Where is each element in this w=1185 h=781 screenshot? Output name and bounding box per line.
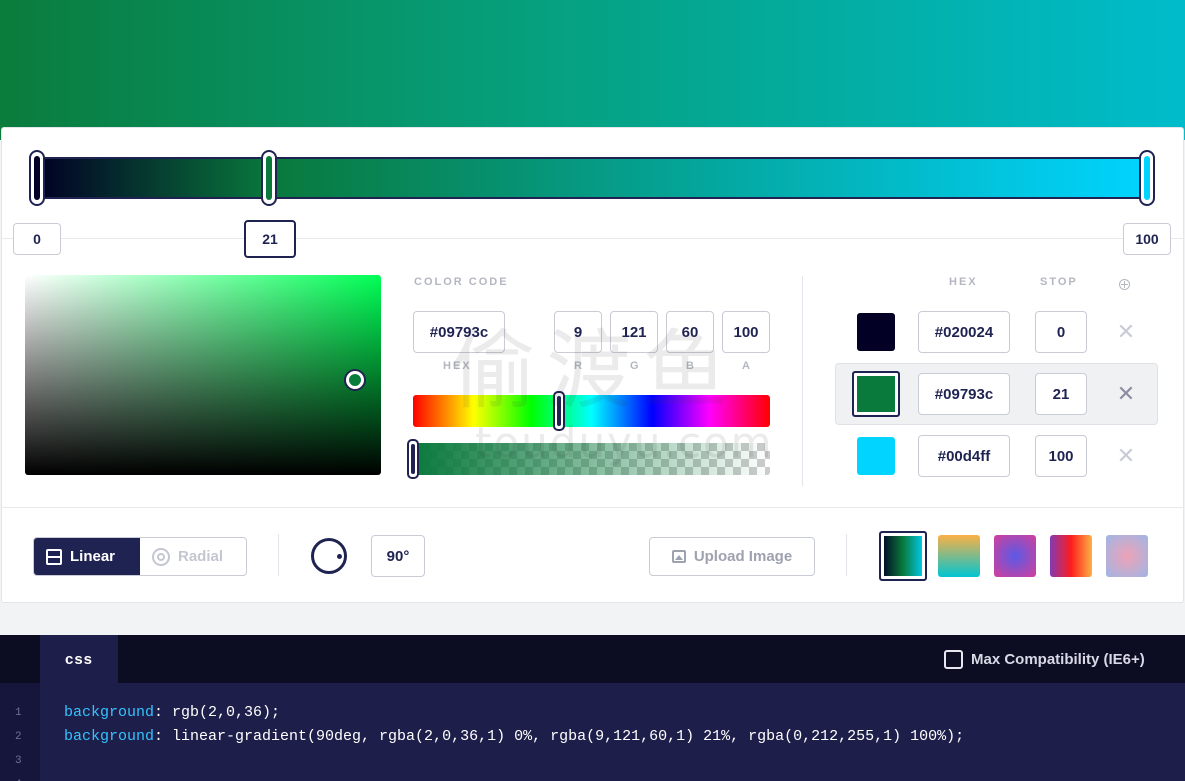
radial-label: Radial (178, 548, 224, 565)
divider (802, 276, 803, 486)
divider (278, 534, 279, 576)
watermark-url: touduyu.com (475, 418, 774, 467)
add-icon[interactable] (1119, 279, 1130, 290)
color-code-label: COLOR CODE (414, 276, 509, 288)
preset-swatch[interactable] (994, 535, 1036, 577)
css-value: : linear-gradient(90deg, rgba(2,0,36,1) … (154, 728, 965, 745)
radial-icon (152, 547, 170, 566)
gradient-bar[interactable] (36, 157, 1148, 199)
preset-swatch[interactable] (938, 535, 980, 577)
divider (846, 534, 847, 576)
stop-hex-input[interactable]: #00d4ff (918, 435, 1010, 477)
stop-position-label[interactable]: 100 (1123, 223, 1171, 255)
watermark: 偷渡鱼 (450, 321, 738, 421)
code-panel: css Max Compatibility (IE6+) 1 2 3 4 bac… (0, 635, 1185, 781)
stop-position-input[interactable]: 100 (1035, 435, 1087, 477)
stop-position-input[interactable]: 21 (1035, 373, 1087, 415)
angle-dial[interactable] (311, 538, 347, 574)
preset-swatch[interactable] (1050, 535, 1092, 577)
preset-swatch-selected[interactable] (879, 531, 927, 581)
line-number: 3 (15, 755, 22, 767)
stop-position-input[interactable]: 0 (1035, 311, 1087, 353)
upload-image-button[interactable]: Upload Image (649, 537, 815, 576)
css-property: background (64, 728, 155, 745)
alpha-slider-thumb[interactable] (407, 439, 419, 479)
line-number: 2 (15, 731, 22, 743)
checkbox[interactable] (944, 650, 963, 669)
saturation-value-picker[interactable] (25, 275, 381, 475)
divider (1, 507, 1184, 508)
stop-hex-input[interactable]: #020024 (918, 311, 1010, 353)
line-gutter: 1 2 3 4 (0, 683, 40, 781)
linear-icon (46, 548, 62, 565)
picker-cursor[interactable] (346, 371, 364, 389)
a-field-label: A (742, 360, 752, 372)
stop-handle-0[interactable] (29, 150, 45, 206)
compat-label: Max Compatibility (IE6+) (971, 651, 1145, 668)
stop-swatch-selected[interactable] (852, 371, 900, 417)
stop-swatch[interactable] (857, 313, 895, 351)
upload-label: Upload Image (693, 548, 793, 565)
stop-position-label-active[interactable]: 21 (244, 220, 296, 258)
stop-handle-21[interactable] (261, 150, 277, 206)
linear-label: Linear (70, 548, 116, 565)
gradient-type-toggle: Linear Radial (33, 537, 247, 576)
max-compat-toggle[interactable]: Max Compatibility (IE6+) (944, 650, 1145, 669)
gradient-preview (0, 0, 1185, 140)
image-icon (671, 550, 686, 563)
radial-button[interactable]: Radial (140, 538, 246, 575)
code-header: css Max Compatibility (IE6+) (0, 635, 1185, 683)
linear-button[interactable]: Linear (34, 538, 140, 575)
preset-swatch[interactable] (1106, 535, 1148, 577)
line-number: 1 (15, 707, 22, 719)
code-line[interactable]: background: rgb(2,0,36); (64, 704, 280, 721)
stop-column-header: STOP (1040, 276, 1078, 288)
hex-column-header: HEX (949, 276, 978, 288)
angle-input[interactable]: 90° (371, 535, 425, 577)
stop-position-label[interactable]: 0 (13, 223, 61, 255)
css-property: background (64, 704, 155, 721)
remove-stop-icon[interactable]: ✕ (1116, 443, 1136, 469)
divider (1, 238, 1184, 239)
css-value: : rgb(2,0,36); (154, 704, 281, 721)
remove-stop-icon[interactable]: ✕ (1116, 319, 1136, 345)
stop-handle-100[interactable] (1139, 150, 1155, 206)
stop-swatch[interactable] (857, 437, 895, 475)
code-line[interactable]: background: linear-gradient(90deg, rgba(… (64, 728, 964, 745)
tab-css[interactable]: css (40, 635, 118, 683)
remove-stop-icon[interactable]: ✕ (1116, 381, 1136, 407)
stop-hex-input[interactable]: #09793c (918, 373, 1010, 415)
